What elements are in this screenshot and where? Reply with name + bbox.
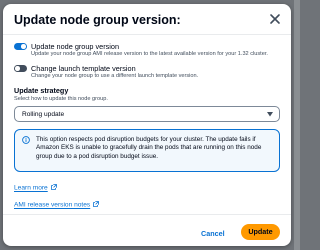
external-link-icon	[93, 201, 100, 207]
strategy-label: Update strategy	[14, 86, 69, 95]
launch-template-description: Change your node group to use a differen…	[31, 73, 199, 79]
update-version-toggle[interactable]	[14, 43, 27, 50]
header-divider	[3, 34, 291, 35]
info-alert: This option respects pod disruption budg…	[14, 129, 280, 172]
caret-down-icon	[267, 112, 273, 117]
alert-text: This option respects pod disruption budg…	[36, 135, 262, 160]
cancel-button[interactable]: Cancel	[201, 229, 225, 238]
modal-title: Update node group version:	[14, 13, 181, 27]
update-button[interactable]: Update	[241, 224, 280, 240]
ami-notes-label: AMI release version notes	[14, 201, 91, 209]
footer-divider	[3, 214, 291, 215]
update-node-group-modal: Update node group version: Update node g…	[3, 4, 291, 246]
learn-more-link[interactable]: Learn more	[14, 184, 57, 192]
close-icon[interactable]	[267, 11, 283, 27]
update-version-description: Update your node group AMI release versi…	[31, 51, 268, 57]
strategy-select[interactable]: Rolling update	[14, 106, 280, 122]
info-icon	[22, 136, 30, 144]
launch-template-label: Change launch template version	[31, 64, 136, 73]
background-overlay	[294, 0, 300, 250]
external-link-icon	[50, 184, 57, 190]
launch-template-toggle[interactable]	[14, 65, 27, 72]
strategy-selected-value: Rolling update	[22, 110, 65, 118]
strategy-description: Select how to update this node group.	[14, 96, 108, 102]
learn-more-label: Learn more	[14, 184, 48, 192]
update-version-label: Update node group version	[31, 42, 120, 51]
ami-release-notes-link[interactable]: AMI release version notes	[14, 201, 100, 209]
